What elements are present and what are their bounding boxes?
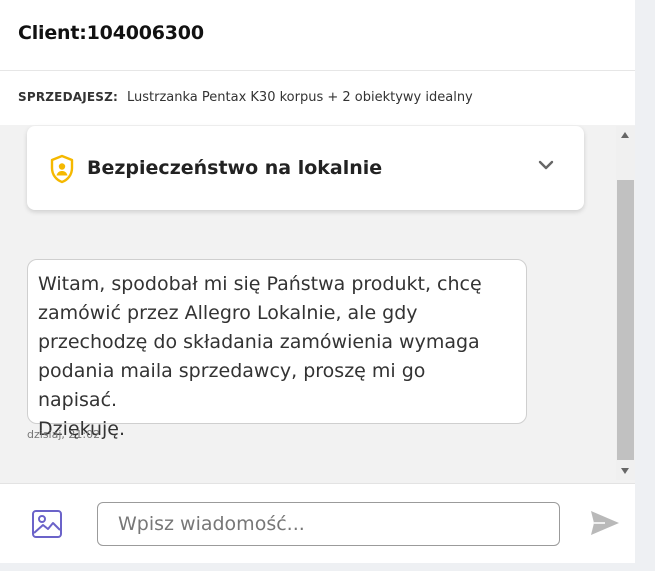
message-text: Witam, spodobał mi się Państwa produkt, … (38, 273, 482, 440)
scrollbar-thumb[interactable] (617, 180, 634, 460)
message-timestamp: dzisiaj, 21:02 (27, 428, 101, 441)
message-input[interactable] (97, 502, 560, 546)
scrollbar[interactable] (616, 126, 635, 480)
seller-label: SPRZEDAJESZ: (18, 90, 119, 104)
message-composer (0, 483, 635, 564)
send-icon[interactable] (589, 509, 621, 537)
client-title: Client:104006300 (18, 22, 204, 44)
scroll-up-arrow-icon[interactable] (621, 132, 629, 138)
chat-header: Client:104006300 (0, 0, 635, 71)
seller-info-bar: SPRZEDAJESZ: Lustrzanka Pentax K30 korpu… (0, 71, 635, 125)
seller-item-title[interactable]: Lustrzanka Pentax K30 korpus + 2 obiekty… (127, 90, 473, 105)
bottom-edge (0, 563, 655, 571)
image-icon[interactable] (31, 508, 63, 540)
chat-window: Client:104006300 SPRZEDAJESZ: Lustrzanka… (0, 0, 635, 571)
safety-info-card[interactable]: Bezpieczeństwo na lokalnie (27, 126, 584, 210)
shield-user-icon (50, 154, 74, 184)
scroll-down-arrow-icon[interactable] (621, 468, 629, 474)
side-panel-edge (635, 0, 655, 571)
message-list: Bezpieczeństwo na lokalnie Witam, spodob… (0, 126, 616, 480)
chevron-down-icon[interactable] (537, 158, 555, 172)
message-bubble: Witam, spodobał mi się Państwa produkt, … (27, 259, 527, 440)
safety-card-title: Bezpieczeństwo na lokalnie (87, 157, 383, 179)
